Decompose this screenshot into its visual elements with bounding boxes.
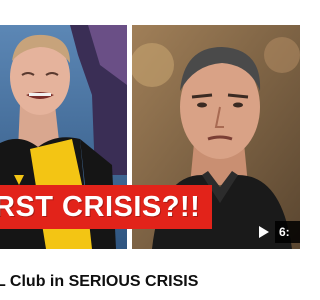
- play-button[interactable]: [253, 221, 275, 243]
- thumbnail-headline-banner: RST CRISIS?!!: [0, 185, 212, 229]
- banner-text: RST CRISIS?!!: [0, 190, 201, 223]
- video-title: L Club in SERIOUS CRISIS: [0, 273, 199, 290]
- video-title-link[interactable]: L Club in SERIOUS CRISIS: [0, 264, 300, 300]
- video-thumbnail[interactable]: nib: [0, 0, 300, 262]
- video-duration-badge: 6:: [275, 221, 300, 243]
- play-icon: [259, 226, 269, 238]
